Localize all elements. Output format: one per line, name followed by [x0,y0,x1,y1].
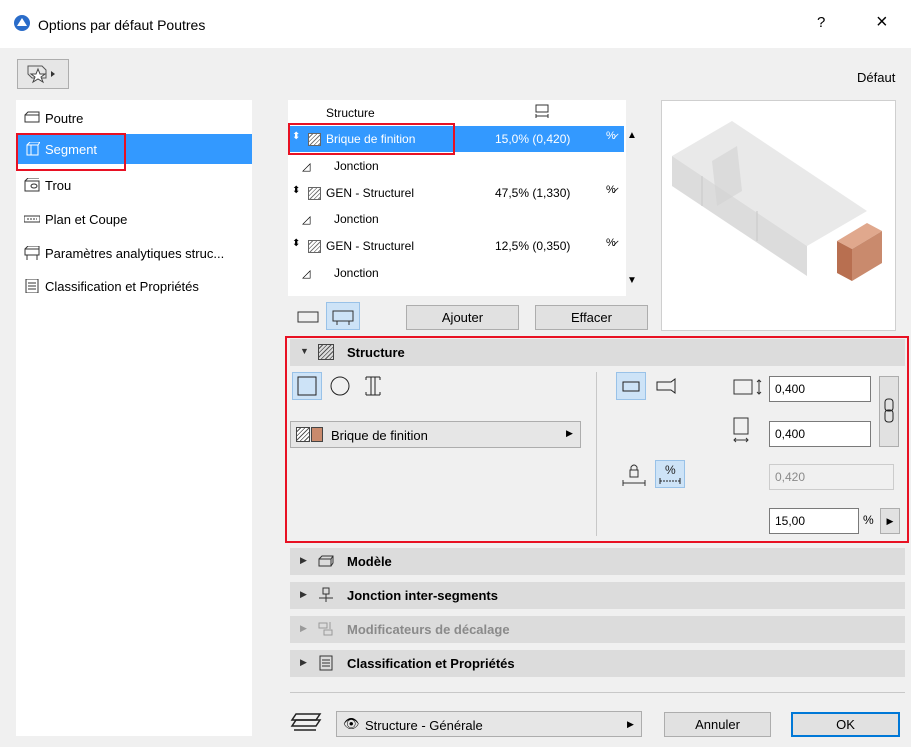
nav-item-trou[interactable]: Trou [16,170,252,200]
junction-row[interactable]: ◿ Jonction [288,206,624,232]
scroll-up-icon[interactable]: ▲ [627,130,637,141]
favorites-star-icon [27,65,55,84]
panel-title: Jonction inter-segments [347,588,498,603]
scroll-down-icon[interactable]: ▼ [627,275,637,286]
rectangle-view-icon[interactable] [295,306,321,328]
default-label: Défaut [857,70,896,85]
window-title: Options par défaut Poutres [38,17,206,33]
nav-item-analytique[interactable]: Paramètres analytiques struc... [16,238,252,268]
layer-select[interactable]: 👁 Structure - Générale ▶ [336,711,642,737]
eye-icon: 👁 [343,716,360,731]
junction-panel-header[interactable]: ▶ Jonction inter-segments [290,582,905,609]
add-segment-button[interactable]: Ajouter [406,305,519,330]
highlight-selected-segment [288,123,455,155]
segment-value: 47,5% (1,330) [495,186,571,200]
junction-icon: ◿ [302,161,311,173]
close-button[interactable]: × [876,11,888,34]
offset-icon [318,622,333,636]
nav-item-label: Classification et Propriétés [45,278,199,294]
offset-modifiers-panel-header: ▶ Modificateurs de décalage [290,616,905,643]
reorder-icon[interactable]: ⬍ [292,185,300,196]
junction-icon [319,587,333,602]
nav-item-label: Plan et Coupe [45,211,128,227]
plan-section-icon [24,215,40,223]
document-list-icon [319,655,333,671]
expand-arrow-icon: ▶ [300,623,307,633]
expand-arrow-icon: ▶ [300,657,307,667]
ok-button[interactable]: OK [791,712,900,737]
segment-list-scrollbar[interactable]: ▲ ▼ [626,100,638,296]
hatch-swatch-icon [308,240,321,253]
segment-list-header: Structure [326,106,375,120]
document-list-icon [25,279,39,293]
divider [290,692,905,693]
panel-title: Modificateurs de décalage [347,622,510,637]
junction-label: Jonction [334,212,379,226]
segment-row[interactable]: ⬍ GEN - Structurel 12,5% (0,350) %̷ [288,233,624,259]
segment-name: GEN - Structurel [326,239,415,253]
segment-row[interactable]: ⬍ GEN - Structurel 47,5% (1,330) %̷ [288,180,624,206]
hole-icon [24,178,40,192]
favorites-button[interactable] [17,59,69,89]
beam-preview-image [672,121,882,281]
model-icon [318,555,334,567]
segment-name: GEN - Structurel [326,186,415,200]
nav-item-classification[interactable]: Classification et Propriétés [16,271,252,301]
junction-label: Jonction [334,266,379,280]
delete-segment-button[interactable]: Effacer [535,305,648,330]
model-panel-header[interactable]: ▶ Modèle [290,548,905,575]
nav-item-label: Trou [45,177,72,193]
panel-title: Classification et Propriétés [347,656,515,671]
expand-arrow-icon: ▶ [300,555,307,565]
layer-name: Structure - Générale [365,718,483,733]
highlight-structure-panel [285,336,909,543]
expand-arrow-icon: ▶ [300,589,307,599]
highlight-segment-nav [16,133,126,171]
layer-icon [288,711,326,733]
junction-icon: ◿ [302,214,311,226]
nav-item-plan-coupe[interactable]: Plan et Coupe [16,204,252,234]
settings-nav: Poutre Segment Trou Plan et Coupe Paramè… [16,100,252,736]
junction-row[interactable]: ◿ Jonction [288,153,624,179]
segment-value: 12,5% (0,350) [495,239,571,253]
help-button[interactable]: ? [817,14,825,31]
3d-preview[interactable] [661,100,896,331]
percent-lock-icon[interactable]: %̷ [606,130,616,142]
segment-value: 15,0% (0,420) [495,132,571,146]
analytical-icon [24,246,40,260]
junction-label: Jonction [334,159,379,173]
cancel-button[interactable]: Annuler [664,712,771,737]
reorder-icon[interactable]: ⬍ [292,238,300,249]
junction-icon: ◿ [302,268,311,280]
beam-icon [24,111,40,123]
length-column-icon [534,103,550,122]
beam-view-toggle-icon[interactable] [326,302,360,330]
percent-lock-icon[interactable]: %̷ [606,237,616,249]
percent-lock-icon[interactable]: %̷ [606,184,616,196]
nav-item-label: Poutre [45,110,84,126]
classification-panel-header[interactable]: ▶ Classification et Propriétés [290,650,905,677]
hatch-swatch-icon [308,187,321,200]
nav-item-poutre[interactable]: Poutre [16,103,252,133]
archicad-app-icon [13,14,31,32]
junction-row[interactable]: ◿ Jonction [288,260,624,286]
submenu-arrow-icon: ▶ [627,719,634,729]
nav-item-label: Paramètres analytiques struc... [45,245,225,261]
title-bar: Options par défaut Poutres ? × [0,0,911,48]
panel-title: Modèle [347,554,392,569]
